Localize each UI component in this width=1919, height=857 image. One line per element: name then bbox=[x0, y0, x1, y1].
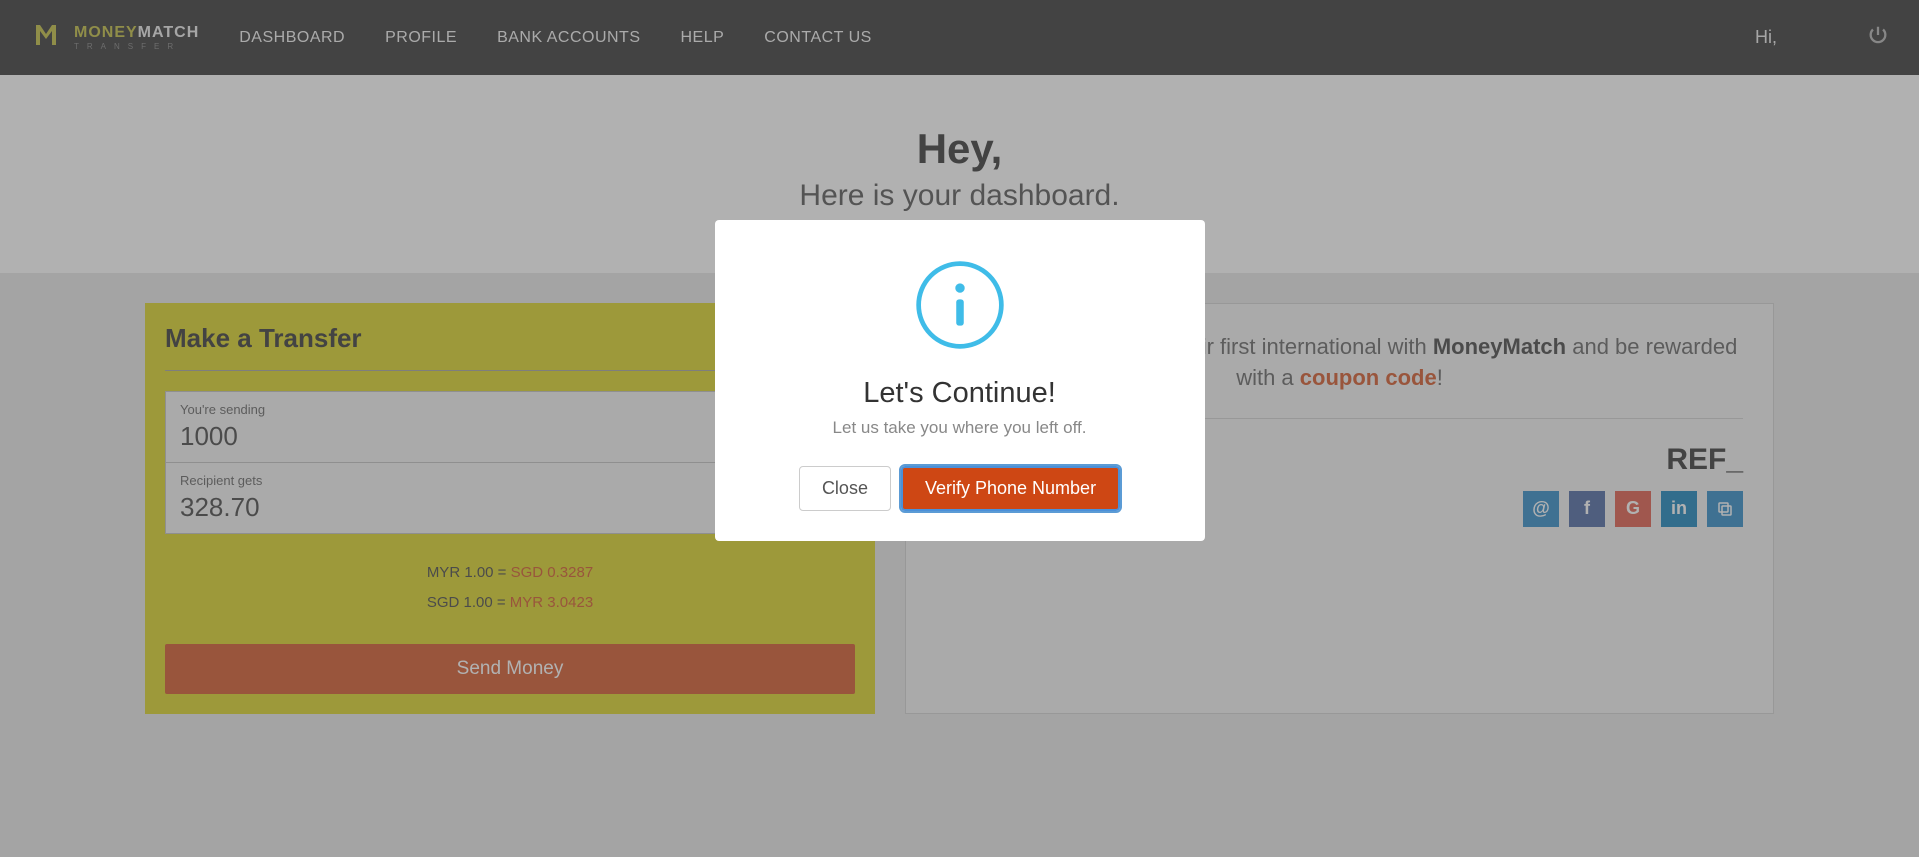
modal-subtitle: Let us take you where you left off. bbox=[745, 418, 1175, 438]
modal-title: Let's Continue! bbox=[745, 377, 1175, 410]
close-button[interactable]: Close bbox=[799, 466, 891, 511]
modal-buttons: Close Verify Phone Number bbox=[745, 466, 1175, 511]
modal-overlay[interactable]: Let's Continue! Let us take you where yo… bbox=[0, 0, 1919, 857]
verify-phone-button[interactable]: Verify Phone Number bbox=[901, 466, 1120, 511]
info-icon bbox=[745, 258, 1175, 357]
modal: Let's Continue! Let us take you where yo… bbox=[715, 220, 1205, 541]
